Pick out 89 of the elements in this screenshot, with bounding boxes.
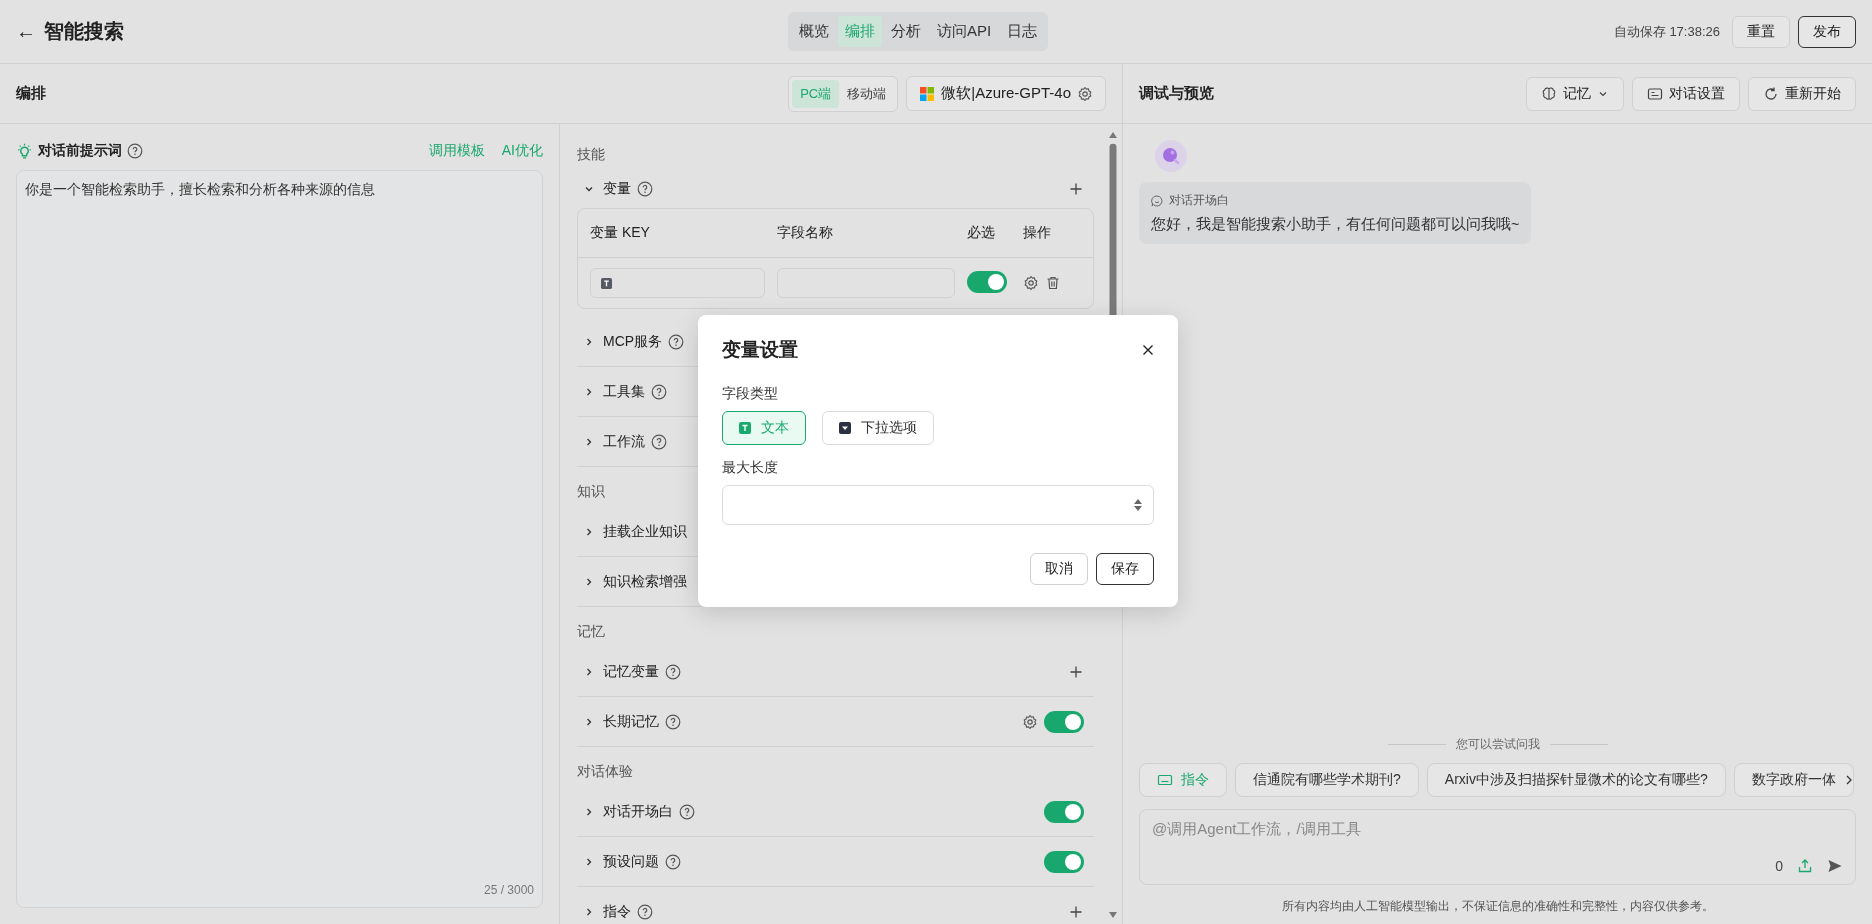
send-icon[interactable] [1827, 858, 1843, 874]
text-type-icon [739, 422, 751, 434]
assistant-avatar [1155, 140, 1187, 172]
add-icon[interactable] [1068, 181, 1084, 197]
section-label[interactable]: 指令 [603, 902, 631, 921]
group-heading: 知识 [577, 483, 605, 499]
disclaimer-text: 所有内容均由人工智能模型输出，不保证信息的准确性和完整性，内容仅供参考。 [1280, 899, 1715, 914]
help-icon[interactable] [651, 433, 667, 450]
toggle-switch[interactable] [1044, 800, 1084, 823]
section-title: 对话前提示词 [38, 142, 122, 160]
memory-button[interactable]: 记忆 [1526, 76, 1624, 111]
nav-tab[interactable]: 日志 [1000, 16, 1045, 47]
dropdown-type-icon [839, 422, 851, 434]
suggestion-chip[interactable]: 信通院有哪些学术期刊? [1235, 763, 1419, 797]
help-icon[interactable] [651, 383, 667, 400]
dialog-title: 变量设置 [722, 338, 798, 362]
section-label[interactable]: 变量 [603, 180, 631, 198]
section-label[interactable]: 挂载企业知识 [603, 522, 687, 541]
settings-icon[interactable] [1077, 85, 1093, 102]
nav-tab[interactable]: 分析 [884, 16, 928, 47]
message-input[interactable]: @调用Agent工作流，/调用工具 [1152, 820, 1843, 837]
section-label[interactable]: 长期记忆 [603, 712, 659, 731]
lightbulb-icon [16, 142, 33, 160]
chat-settings-icon [1647, 85, 1663, 102]
help-icon[interactable] [668, 333, 685, 350]
column-header: 必选 [966, 224, 996, 242]
column-header: 字段名称 [776, 224, 834, 242]
help-icon[interactable] [127, 143, 143, 159]
brain-icon [1541, 85, 1557, 102]
help-icon[interactable] [637, 903, 653, 920]
refresh-icon [1763, 85, 1779, 102]
section-label[interactable]: 预设问题 [603, 852, 659, 871]
type-option[interactable]: 下拉选项 [822, 411, 934, 445]
section-label[interactable]: 记忆变量 [603, 662, 659, 681]
save-button[interactable]: 保存 [1096, 553, 1154, 585]
group-heading: 对话体验 [577, 763, 633, 779]
help-icon[interactable] [665, 853, 681, 870]
suggestion-chip[interactable]: 数字政府一体 [1733, 763, 1854, 797]
help-icon[interactable] [637, 181, 653, 197]
help-icon[interactable] [665, 663, 681, 680]
section-label[interactable]: 知识检索增强 [603, 572, 687, 591]
group-heading: 技能 [577, 146, 605, 162]
prompt-textarea[interactable]: 你是一个智能检索助手，擅长检索和分析各种来源的信息 25 / 3000 [16, 170, 543, 908]
greeting-label: 对话开场白 [1169, 192, 1229, 209]
section-label[interactable]: 工具集 [603, 382, 645, 401]
section-label[interactable]: MCP服务 [603, 332, 663, 351]
section-label[interactable]: 对话开场白 [603, 802, 673, 821]
autosave-status: 自动保存 17:38:26 [1613, 22, 1720, 41]
key-input[interactable] [590, 268, 766, 298]
settings-button[interactable]: 对话设置 [1632, 76, 1740, 111]
back-button[interactable]: ← [16, 20, 36, 43]
settings-icon[interactable] [1022, 713, 1038, 730]
help-icon[interactable] [679, 803, 695, 820]
toggle-switch[interactable] [1044, 850, 1084, 873]
toggle-switch[interactable] [1044, 710, 1084, 733]
toggle-switch[interactable] [967, 270, 1007, 293]
field-label: 字段类型 [722, 385, 779, 403]
character-counter: 25 / 3000 [483, 883, 534, 897]
publish-button[interactable]: 发布 [1798, 15, 1856, 48]
max-length-input[interactable] [722, 485, 1154, 525]
character-counter: 0 [1775, 858, 1783, 874]
spinner-icon[interactable] [1133, 498, 1143, 512]
cancel-button[interactable]: 取消 [1030, 553, 1088, 585]
suggestion-chip[interactable]: Arxiv中涉及扫描探针显微术的论文有哪些? [1426, 763, 1726, 797]
help-icon[interactable] [665, 713, 681, 730]
model-selector[interactable]: 微软|Azure-GPT-4o [906, 76, 1106, 111]
column-header: 操作 [1023, 224, 1053, 242]
settings-icon[interactable] [1023, 275, 1040, 291]
restart-button[interactable]: 重新开始 [1748, 76, 1856, 111]
greeting-text: 您好，我是智能搜索小助手，有任何问题都可以问我哦~ [1151, 215, 1520, 234]
reset-button[interactable]: 重置 [1732, 15, 1790, 48]
page-title: 智能搜索 [44, 19, 124, 44]
column-header: 变量 KEY [590, 224, 651, 242]
prompt-text: 你是一个智能检索助手，擅长检索和分析各种来源的信息 [25, 181, 376, 199]
panel-title: 编排 [16, 84, 46, 103]
keyboard-icon [1157, 772, 1173, 788]
nav-tab[interactable]: 概览 [792, 16, 836, 47]
smile-chat-icon [1151, 194, 1163, 207]
group-heading: 记忆 [577, 623, 605, 639]
panel-title: 调试与预览 [1139, 84, 1214, 103]
section-label[interactable]: 工作流 [603, 432, 645, 451]
platform-option[interactable]: 移动端 [839, 79, 895, 108]
nav-tab[interactable]: 访问API [930, 16, 999, 47]
four-squares-icon [919, 85, 936, 102]
close-icon[interactable] [1142, 344, 1154, 356]
suggestion-heading: 您可以尝试问我 [1455, 736, 1540, 753]
field-label: 最大长度 [722, 459, 779, 477]
trash-icon[interactable] [1045, 275, 1062, 291]
text-type-icon [601, 277, 612, 289]
